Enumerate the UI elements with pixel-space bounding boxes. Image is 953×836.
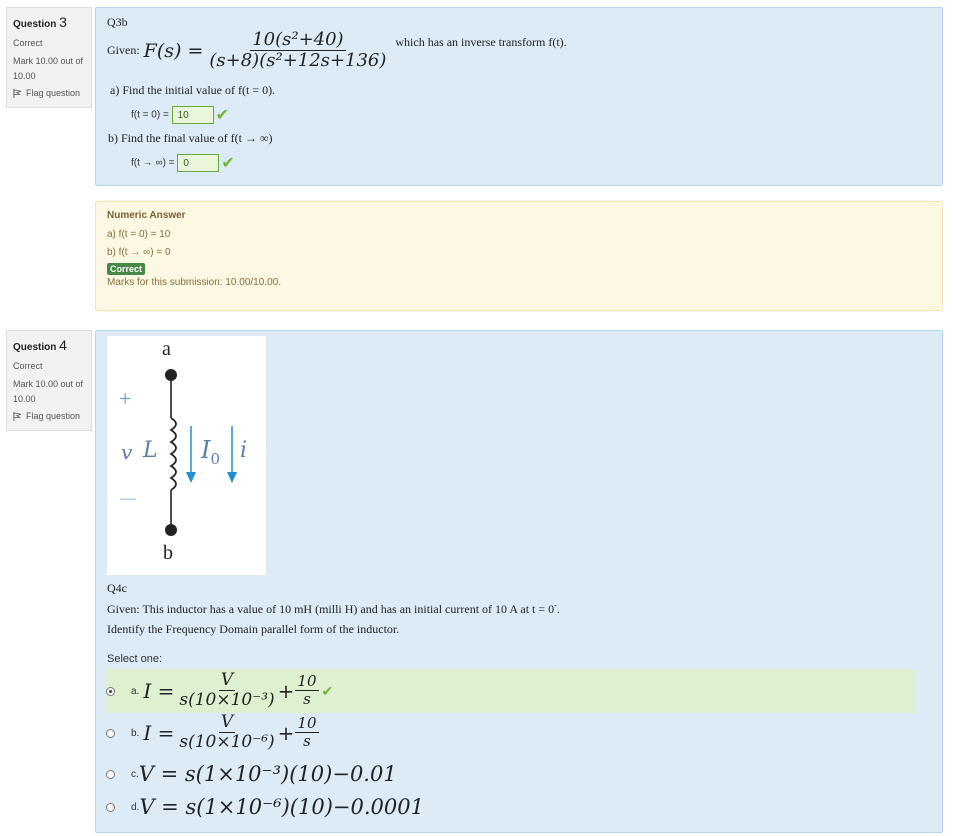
plus-sign: + (119, 386, 132, 411)
option-d[interactable]: d. V = s(1×10⁻⁶)(10)−0.0001 (106, 788, 424, 826)
question-number: Question 3 (13, 14, 67, 30)
current-label: i (240, 438, 248, 463)
question-mark: Mark 10.00 out of 10.00 (13, 56, 84, 81)
question-number: Question 4 (13, 337, 67, 353)
question-given: Given: This inductor has a value of 10 m… (107, 601, 560, 616)
question-4-info: Question 4 Correct Mark 10.00 out of 10.0… (6, 330, 92, 431)
question-3-info: Question 3 Correct Mark 10.00 out of 10.0… (6, 7, 92, 108)
check-icon: ✔ (321, 682, 334, 699)
part-a-input[interactable]: 10 (171, 106, 214, 124)
option-c-radio[interactable] (106, 769, 115, 779)
flag-question-button[interactable]: Flag question (13, 411, 85, 421)
part-b-prompt: b) Find the final value of f(t → ∞) (108, 131, 273, 145)
terminal-b (165, 524, 177, 536)
question-status: Correct (13, 38, 43, 48)
question-mark: Mark 10.00 out of 10.00 (13, 379, 84, 404)
part-b-input[interactable]: 0 (177, 154, 220, 172)
option-a-radio[interactable] (106, 686, 115, 696)
option-b-radio[interactable] (106, 728, 115, 738)
initial-current-label: I0 (201, 436, 221, 468)
option-d-radio[interactable] (106, 802, 115, 812)
minus-sign: — (120, 490, 136, 507)
question-title: Q3b (107, 15, 128, 29)
part-a-answer-row: f(t = 0) = 10 ✔ (131, 106, 229, 124)
given-equation: Given: F(s) = 10(s²+40) (s+8)(s²+12s+136… (107, 29, 567, 71)
select-one-label: Select one: (107, 653, 163, 665)
inductance-label: L (143, 438, 158, 463)
feedback-line-b: b) f(t → ∞) = 0 (107, 247, 171, 258)
part-a-prompt: a) Find the initial value of f(t = 0). (110, 83, 276, 97)
part-b-answer-row: f(t → ∞) = 0 ✔ (131, 154, 235, 172)
flag-icon (13, 411, 22, 421)
feedback-panel: Numeric Answer a) f(t = 0) = 10 b) f(t →… (95, 201, 943, 311)
question-title: Q4c (107, 581, 127, 595)
voltage-label: v (121, 440, 133, 464)
question-instruction: Identify the Frequency Domain parallel f… (107, 622, 400, 636)
inductor-diagram: a b + — v L I0 i (107, 336, 266, 575)
flag-question-button[interactable]: Flag question (13, 88, 85, 98)
status-badge: Correct (107, 263, 146, 275)
question-3-content: Q3b Given: F(s) = 10(s²+40) (s+8)(s²+12s… (95, 7, 943, 186)
flag-icon (13, 88, 22, 98)
option-b[interactable]: b. I = V s(10×10⁻⁶) + 10 s (106, 713, 319, 752)
feedback-line-a: a) f(t = 0) = 10 (107, 229, 171, 240)
question-status: Correct (13, 361, 43, 371)
node-label-b: b (163, 542, 173, 564)
option-a[interactable]: a. I = V s(10×10⁻³) + 10 s ✔ (106, 671, 334, 710)
check-icon: ✔ (215, 107, 229, 124)
question-4-content: a b + — v L I0 i Q4c Given: This inducto… (95, 330, 943, 833)
marks-line: Marks for this submission: 10.00/10.00. (107, 277, 281, 288)
check-icon: ✔ (221, 155, 235, 172)
terminal-a (165, 369, 177, 381)
node-label-a: a (162, 338, 171, 360)
feedback-title: Numeric Answer (107, 210, 186, 221)
